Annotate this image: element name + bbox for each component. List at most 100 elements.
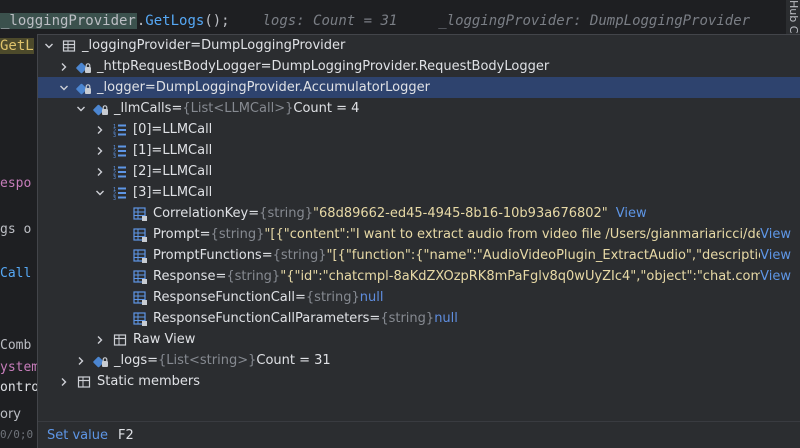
code-fragment-comb: Comb — [0, 338, 32, 353]
code-method-getlogs[interactable]: GetLogs — [145, 13, 204, 29]
view-link[interactable]: View — [760, 269, 800, 284]
llm-call-index: [0] — [133, 122, 152, 137]
field-eq: = — [369, 311, 381, 326]
chevron-down-icon[interactable] — [75, 103, 87, 115]
chevron-right-icon[interactable] — [75, 355, 87, 367]
chevron-right-icon[interactable] — [94, 166, 106, 178]
field-name: Response — [153, 269, 216, 284]
tree-row-response-function-call-parameters[interactable]: ResponseFunctionCallParameters = {string… — [38, 308, 800, 329]
inline-hint-provider: _loggingProvider: DumpLoggingProvider — [438, 13, 751, 29]
chevron-down-icon[interactable] — [43, 40, 55, 52]
llm-call-eq: = — [151, 185, 163, 200]
inline-hint-logs: logs: Count = 31 — [262, 13, 398, 29]
popup-footer: Set value F2 — [38, 421, 800, 448]
logs-eq: = — [147, 353, 158, 368]
tree-row-logger[interactable]: _logger = DumpLoggingProvider.Accumulato… — [38, 77, 800, 98]
llm-call-value: LLMCall — [162, 143, 213, 158]
tree-row-prompt[interactable]: Prompt = {string} "[{"content":"I want t… — [38, 224, 800, 245]
llm-calls-eq: = — [171, 101, 183, 116]
property-icon — [132, 311, 148, 327]
chevron-right-icon[interactable] — [58, 61, 70, 73]
array-element-icon: 123 — [112, 122, 128, 138]
field-value: "[{"content":"I want to extract audio fr… — [264, 227, 761, 242]
field-type: {string} — [380, 311, 435, 326]
debug-value-popup[interactable]: _loggingProvider = DumpLoggingProvider _… — [37, 34, 800, 448]
view-link[interactable]: View — [760, 227, 800, 242]
field-value-null: null — [434, 311, 458, 326]
field-type: {string} — [226, 269, 281, 284]
view-link[interactable]: View — [616, 206, 647, 221]
code-line-getl: GetL — [0, 38, 34, 54]
field-name: PromptFunctions — [153, 248, 262, 263]
tree-row-llm-call-1[interactable]: 123 [1] = LLMCall — [38, 140, 800, 161]
code-punct: (); — [204, 13, 230, 29]
code-line-getlogs: _loggingProvider.GetLogs(); logs: Count … — [0, 13, 750, 29]
tree-row-prompt-functions[interactable]: PromptFunctions = {string} "[{"function"… — [38, 245, 800, 266]
field-eq: = — [199, 227, 211, 242]
svg-text:3: 3 — [113, 154, 116, 159]
http-logger-eq: = — [260, 59, 272, 74]
root-value: DumpLoggingProvider — [201, 38, 346, 53]
set-value-shortcut: F2 — [118, 427, 134, 443]
field-lock-icon — [93, 353, 109, 369]
llm-call-value: LLMCall — [162, 122, 213, 137]
tree-row-llm-call-3[interactable]: 123 [3] = LLMCall — [38, 182, 800, 203]
svg-text:3: 3 — [113, 175, 116, 180]
chevron-down-icon[interactable] — [94, 187, 106, 199]
tree-row-http-logger[interactable]: _httpRequestBodyLogger = DumpLoggingProv… — [38, 56, 800, 77]
chevron-right-icon[interactable] — [94, 124, 106, 136]
field-eq: = — [261, 248, 273, 263]
property-icon — [132, 248, 148, 264]
tree-row-llm-calls[interactable]: _llmCalls = {List<LLMCall>} Count = 4 — [38, 98, 800, 119]
code-fragment-counter: 0/0;0 — [0, 428, 34, 441]
root-name: _loggingProvider — [82, 38, 191, 53]
chevron-right-icon[interactable] — [58, 376, 70, 388]
field-type: {string} — [272, 248, 327, 263]
tree-row-correlation-key[interactable]: CorrelationKey = {string} "68d89662-ed45… — [38, 203, 800, 224]
tree-row-llm-call-0[interactable]: 123 [0] = LLMCall — [38, 119, 800, 140]
svg-text:3: 3 — [113, 196, 116, 201]
field-lock-icon — [93, 101, 109, 117]
property-icon — [132, 269, 148, 285]
llm-call-eq: = — [151, 164, 163, 179]
tree-row-root[interactable]: _loggingProvider = DumpLoggingProvider — [38, 35, 800, 56]
code-getl-prefix[interactable]: GetL — [0, 38, 34, 54]
tree-row-logs[interactable]: _logs = {List<string>} Count = 31 — [38, 350, 800, 371]
logger-eq: = — [144, 80, 156, 95]
array-element-icon: 123 — [112, 185, 128, 201]
tree-row-response[interactable]: Response = {string} "{"id":"chatcmpl-8aK… — [38, 266, 800, 287]
chevron-right-icon[interactable] — [94, 145, 106, 157]
field-type: {string} — [259, 206, 314, 221]
logs-type: {List<string>} — [158, 353, 257, 368]
array-element-icon: 123 — [112, 143, 128, 159]
chevron-right-icon[interactable] — [94, 334, 106, 346]
field-eq: = — [295, 290, 306, 305]
field-value: "[{"function":{"name":"AudioVideoPlugin_… — [326, 248, 761, 263]
field-value-null: null — [359, 290, 384, 305]
field-name: CorrelationKey — [153, 206, 249, 221]
chevron-down-icon[interactable] — [58, 82, 70, 94]
llm-call-index: [2] — [133, 164, 152, 179]
field-value: "{"id":"chatcmpl-8aKdZXOzpRK8mPaFglv8q0w… — [280, 269, 761, 284]
field-lock-icon — [76, 59, 92, 75]
set-value-link[interactable]: Set value — [47, 428, 108, 443]
array-element-icon: 123 — [112, 164, 128, 180]
logger-name: _logger — [97, 80, 145, 95]
table-icon — [61, 38, 77, 54]
field-lock-icon — [76, 80, 92, 96]
raw-view-label: Raw View — [133, 332, 196, 347]
code-fragment-ory: ory — [0, 407, 21, 422]
field-eq: = — [248, 206, 260, 221]
logs-name: _logs — [114, 353, 148, 368]
code-fragment-call: Call — [0, 266, 32, 281]
code-identifier-logging-provider[interactable]: _loggingProvider — [0, 13, 137, 29]
code-fragment-system: ystem — [0, 360, 40, 375]
tree-row-response-function-call[interactable]: ResponseFunctionCall = {string} null — [38, 287, 800, 308]
tree-row-static-members[interactable]: Static members — [38, 371, 800, 392]
view-link[interactable]: View — [760, 248, 800, 263]
field-eq: = — [215, 269, 227, 284]
tree-row-raw-view[interactable]: Raw View — [38, 329, 800, 350]
tree-row-llm-call-2[interactable]: 123 [2] = LLMCall — [38, 161, 800, 182]
property-icon — [132, 227, 148, 243]
llm-call-index: [1] — [133, 143, 152, 158]
